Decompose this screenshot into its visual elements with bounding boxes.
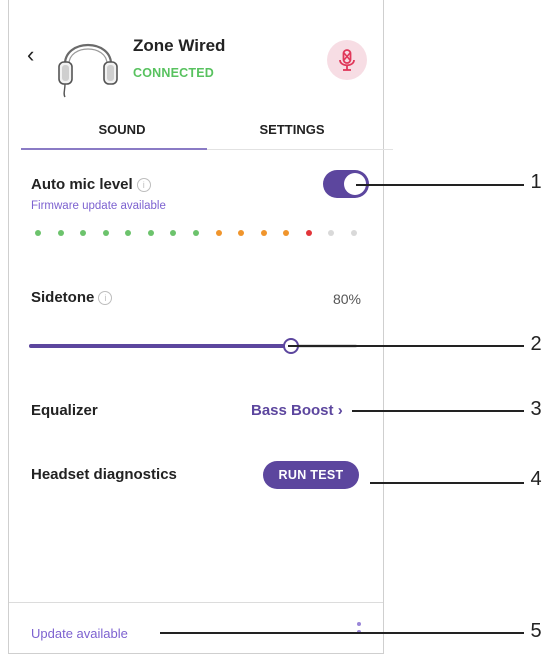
callout-line-1 (356, 184, 524, 186)
level-dot (260, 230, 267, 236)
level-dot (125, 230, 132, 236)
mic-level-meter (35, 230, 357, 238)
level-dot (102, 230, 109, 236)
back-button[interactable]: ‹ (27, 44, 43, 68)
sidetone-slider-fill (29, 344, 292, 348)
tab-settings[interactable]: SETTINGS (207, 122, 377, 137)
level-dot (35, 230, 41, 236)
callout-line-2 (288, 345, 524, 347)
level-dot (193, 230, 199, 236)
info-icon[interactable]: i (136, 178, 151, 192)
equalizer-preset-link[interactable]: Bass Boost › (251, 402, 343, 419)
sidetone-label: Sidetone (31, 289, 95, 306)
run-test-button[interactable]: RUN TEST (263, 461, 359, 489)
tab-sound[interactable]: SOUND (37, 122, 207, 137)
callout-line-3 (352, 410, 524, 412)
level-dot (305, 230, 312, 236)
level-dot (328, 230, 335, 236)
headset-image (53, 24, 123, 98)
more-vertical-icon[interactable] (353, 622, 365, 646)
callout-number-2: 2 (530, 333, 542, 355)
mic-mute-button[interactable] (327, 40, 367, 80)
firmware-update-note[interactable]: Firmware update available (31, 200, 166, 212)
sidetone-value: 80% (332, 291, 361, 307)
diagnostics-label: Headset diagnostics (31, 466, 177, 483)
callout-number-5: 5 (530, 620, 542, 642)
level-dot (283, 230, 290, 236)
level-dot (57, 230, 64, 236)
sidetone-row: Sidetone i (31, 289, 113, 306)
app-screen: ‹ Zone Wired CONNECTED SOUND SETTINGS Au… (8, 0, 393, 654)
level-dot (147, 230, 154, 236)
connection-status: CONNECTED (133, 66, 214, 80)
equalizer-label: Equalizer (31, 402, 98, 419)
auto-mic-row: Auto mic level i (31, 176, 151, 193)
level-dot (238, 230, 245, 236)
callout-number-4: 4 (530, 468, 542, 490)
update-available-link[interactable]: Update available (31, 626, 128, 641)
level-dot (170, 230, 177, 236)
level-dot (80, 230, 87, 236)
active-tab-indicator (21, 148, 207, 150)
callout-line-4 (370, 482, 524, 484)
mic-muted-icon (339, 49, 355, 71)
tab-divider (207, 149, 393, 150)
level-dot (215, 230, 222, 236)
info-icon[interactable]: i (98, 291, 113, 305)
callout-number-3: 3 (530, 398, 542, 420)
level-dot (351, 230, 357, 236)
device-name: Zone Wired (133, 36, 226, 55)
callout-number-1: 1 (530, 171, 542, 193)
auto-mic-label: Auto mic level (31, 176, 133, 193)
footer-divider (9, 602, 383, 603)
callout-line-5 (160, 632, 524, 634)
